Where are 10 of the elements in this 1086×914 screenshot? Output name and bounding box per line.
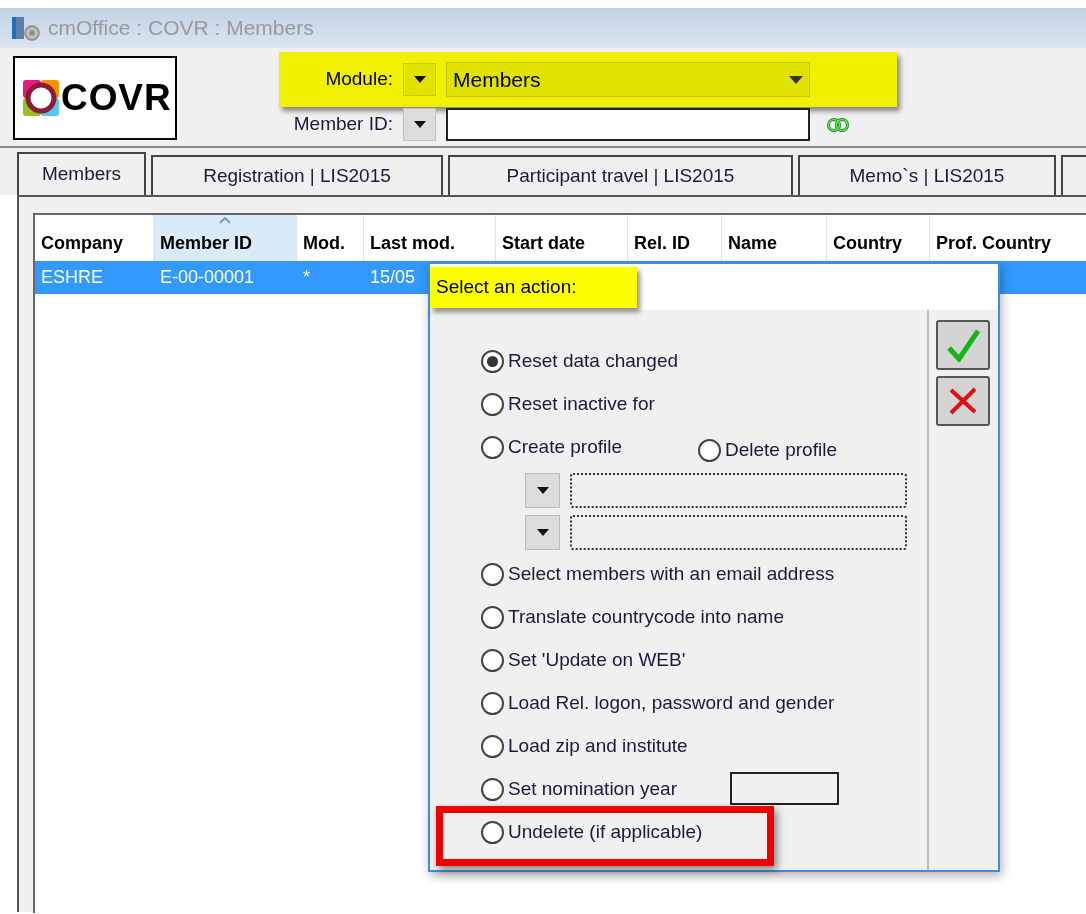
window-title: cmOffice : COVR : Members [48, 15, 314, 42]
table-cell: 15/05 [370, 267, 416, 287]
table-cell: ESHRE [41, 267, 103, 287]
table-cell: E-00-00001 [160, 267, 255, 287]
module-label: Module: [324, 67, 393, 92]
module-value: Members [453, 66, 541, 93]
logo-text: COVR [61, 76, 172, 121]
dialog-title: Select an action: [430, 267, 637, 308]
table-cell: * [303, 267, 310, 287]
member-id-label: Member ID: [292, 112, 393, 137]
